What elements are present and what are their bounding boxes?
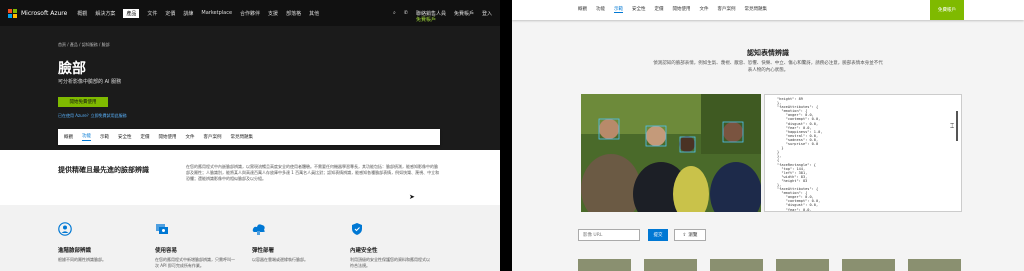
nav-item[interactable]: 支援 [268, 10, 278, 17]
upload-icon: ⇧ [682, 232, 687, 238]
tab-item[interactable]: 常見問題集 [231, 134, 254, 140]
scrollbar[interactable] [956, 111, 958, 141]
tab-item[interactable]: 客戶案例 [718, 6, 736, 13]
section-title: 提供精確且最先進的臉部辨識 [58, 166, 149, 174]
start-free-button[interactable]: 開始免費使用 [58, 97, 108, 107]
tab-item[interactable]: 示範 [100, 134, 109, 140]
tab-item[interactable]: 定價 [655, 6, 664, 13]
tab-item[interactable]: 定價 [141, 134, 150, 140]
nav-item[interactable]: 合作夥伴 [240, 10, 260, 17]
sticky-tab-bar: 概觀 功能 示範 安全性 定價 開始使用 文件 客戶案例 常見問題集 免費帳戶 [512, 0, 1024, 20]
free-account-link[interactable]: 免費帳戶 [454, 10, 474, 17]
face-recognition-icon [58, 222, 72, 236]
phone-icon[interactable]: ✆ [404, 10, 408, 16]
feature-desc: 根據不同的屬性辨識臉部。 [58, 257, 106, 262]
tab-item[interactable]: 常見問題集 [745, 6, 768, 13]
browse-label: 瀏覽 [688, 233, 698, 238]
nav-item[interactable]: 產品 [123, 8, 140, 18]
microsoft-logo-icon [8, 8, 17, 18]
tab-item[interactable]: 功能 [596, 6, 605, 13]
search-icon[interactable]: ⌕ [393, 10, 396, 16]
feature-card: 進階臉部辨識 根據不同的屬性辨識臉部。 [58, 222, 138, 263]
feature-card: 內建安全性 利用頂級的安全性保護您的資料和應用程式以符合法規。 [350, 222, 430, 269]
feature-card: 使用容易 在您的應用程式中新增臉部辨識，只需呼叫一次 API 即可完成所有作業。 [155, 222, 235, 269]
feature-title: 彈性部署 [252, 248, 275, 254]
tab-item[interactable]: 示範 [614, 6, 623, 13]
thumbnail[interactable] [776, 259, 829, 271]
feature-title: 內建安全性 [350, 248, 378, 254]
shield-icon [352, 223, 362, 235]
feature-desc: 利用頂級的安全性保護您的資料和應用程式以符合法規。 [350, 257, 430, 268]
nav-item[interactable]: 文件 [147, 10, 157, 17]
thumbnail[interactable] [710, 259, 763, 271]
demo-title: 認知表情辨識 [747, 49, 789, 57]
divider [500, 0, 512, 271]
nav-item[interactable]: 定價 [165, 10, 175, 17]
thumbnail[interactable] [908, 259, 961, 271]
nav-item[interactable]: 解決方案 [95, 10, 115, 17]
free-account-green-link[interactable]: 免費帳戶 [416, 16, 436, 23]
text-cursor-icon: ⌶ [950, 122, 955, 130]
section-text: 在您的應用程式中內嵌臉部辨識，以實現流暢且高度安全的使用者體驗。不需要任何機器學… [186, 164, 440, 181]
nav-item[interactable]: 概觀 [77, 10, 87, 17]
submit-button[interactable]: 提交 [648, 229, 668, 241]
tab-item[interactable]: 文件 [700, 6, 709, 13]
right-panel: 概觀 功能 示範 安全性 定價 開始使用 文件 客戶案例 常見問題集 免費帳戶 認知表情辨識 偵… [512, 0, 1024, 271]
nav-item[interactable]: Marketplace [201, 10, 232, 16]
tab-item[interactable]: 概觀 [64, 134, 73, 140]
mouse-pointer-icon: ➤ [409, 193, 415, 201]
image-url-input[interactable] [578, 229, 640, 241]
tab-item[interactable]: 開始使用 [159, 134, 177, 140]
nav-item[interactable]: 其他 [309, 10, 319, 17]
tab-item[interactable]: 安全性 [118, 134, 132, 140]
tab-item[interactable]: 安全性 [632, 6, 646, 13]
signin-link[interactable]: 登入 [482, 10, 492, 17]
demo-description: 偵測認知的臉部表情，例如生氣、蔑視、厭惡、恐懼、快樂、中立、傷心和驚訝，請務必注… [653, 61, 883, 73]
left-panel: Microsoft Azure 概觀 解決方案 產品 文件 定價 訓練 Marketplac… [0, 0, 500, 271]
browse-button[interactable]: ⇧ 瀏覽 [674, 229, 706, 241]
feature-desc: 在您的應用程式中新增臉部辨識，只需呼叫一次 API 即可完成所有作業。 [155, 257, 235, 268]
brand-name[interactable]: Microsoft Azure [21, 10, 67, 17]
feature-title: 使用容易 [155, 248, 178, 254]
page-subtitle: 可分析影像中臉部的 AI 服務 [58, 79, 122, 85]
free-account-button[interactable]: 免費帳戶 [930, 0, 964, 20]
tab-item[interactable]: 功能 [82, 133, 91, 141]
nav-item[interactable]: 訓練 [183, 10, 193, 17]
sample-photo [581, 94, 761, 212]
section-tabs: 概觀 功能 示範 安全性 定價 開始使用 文件 客戶案例 常見問題集 [58, 129, 440, 145]
thumbnail[interactable] [644, 259, 697, 271]
tab-item[interactable]: 文件 [186, 134, 195, 140]
tab-item[interactable]: 概觀 [578, 6, 587, 13]
thumbnail[interactable] [578, 259, 631, 271]
nav-item[interactable]: 部落格 [286, 10, 301, 17]
feature-title: 進階臉部辨識 [58, 248, 92, 254]
feature-desc: 以容器在雲端或邊緣執行臉部。 [252, 257, 308, 262]
json-result-panel[interactable]: "height": 89 }, "faceAttributes": { "emo… [764, 94, 962, 212]
json-result-text: "height": 89 }, "faceAttributes": { "emo… [777, 97, 823, 212]
try-azure-link[interactable]: 已在使用 Azure？立即免費試用此服務 [58, 113, 127, 119]
feature-card: 彈性部署 以容器在雲端或邊緣執行臉部。 [252, 222, 332, 263]
sample-thumbnails [578, 259, 961, 271]
cloud-deploy-icon [252, 224, 265, 235]
thumbnail[interactable] [842, 259, 895, 271]
api-icon [156, 224, 168, 234]
page-title: 臉部 [58, 61, 86, 77]
breadcrumb[interactable]: 首頁 / 產品 / 認知服務 / 臉部 [58, 42, 110, 48]
tab-item[interactable]: 客戶案例 [204, 134, 222, 140]
tab-item[interactable]: 開始使用 [673, 6, 691, 13]
